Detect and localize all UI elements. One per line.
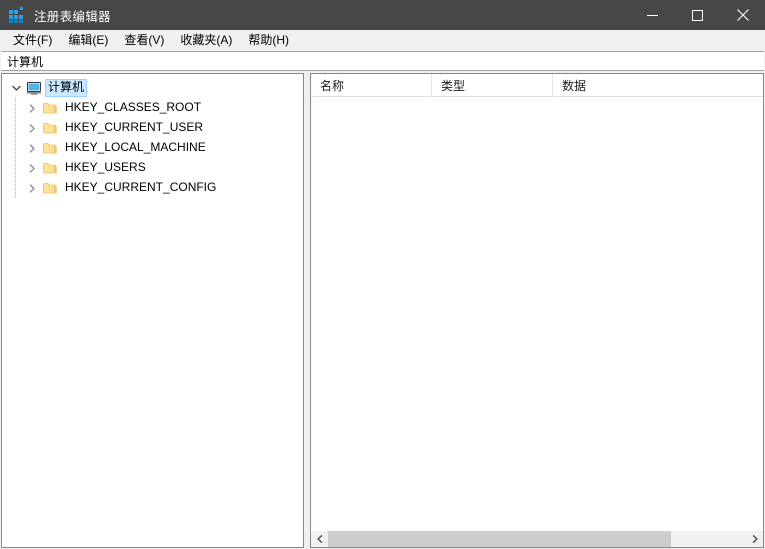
tree-item-computer[interactable]: 计算机 <box>2 78 303 98</box>
folder-icon <box>42 140 58 156</box>
list-rows-area[interactable] <box>311 97 763 530</box>
menu-item-help[interactable]: 帮助(H) <box>240 31 297 50</box>
menu-item-view[interactable]: 查看(V) <box>116 31 172 50</box>
menu-bar: 文件(F) 编辑(E) 查看(V) 收藏夹(A) 帮助(H) <box>0 30 765 51</box>
chevron-right-icon[interactable] <box>24 100 40 116</box>
tree-item-label: HKEY_CURRENT_USER <box>65 120 204 134</box>
scroll-left-button[interactable] <box>311 531 328 547</box>
tree-item-label: HKEY_CLASSES_ROOT <box>65 100 202 114</box>
menu-item-edit[interactable]: 编辑(E) <box>60 31 116 50</box>
tree-item-hkey-local-machine[interactable]: HKEY_LOCAL_MACHINE <box>2 138 303 158</box>
scroll-right-button[interactable] <box>746 531 763 547</box>
maximize-icon <box>692 9 703 21</box>
content-area: 计算机 HKEY_CLASSES_ROOT HKEY_CURRENT_USER … <box>0 72 765 549</box>
folder-icon <box>42 160 58 176</box>
column-header-type[interactable]: 类型 <box>432 74 553 97</box>
tree-children: HKEY_CLASSES_ROOT HKEY_CURRENT_USER HKEY… <box>2 98 303 198</box>
window-controls <box>630 0 765 30</box>
tree-item-label: 计算机 <box>45 79 88 97</box>
chevron-down-icon[interactable] <box>8 80 24 96</box>
column-header-name[interactable]: 名称 <box>311 74 432 97</box>
registry-values-pane: 名称 类型 数据 <box>310 73 764 548</box>
registry-editor-window: 注册表编辑器 文件(F) 编辑(E) 查看(V) 收藏夹(A) 帮助(H) 计算… <box>0 0 765 549</box>
address-path-text: 计算机 <box>7 54 44 69</box>
window-title: 注册表编辑器 <box>34 9 111 24</box>
folder-icon <box>42 120 58 136</box>
chevron-right-icon <box>752 535 758 543</box>
list-column-headers: 名称 类型 数据 <box>311 74 763 97</box>
registry-tree-pane: 计算机 HKEY_CLASSES_ROOT HKEY_CURRENT_USER … <box>1 73 304 548</box>
column-header-data[interactable]: 数据 <box>553 74 758 97</box>
computer-icon <box>26 80 42 96</box>
folder-icon <box>42 180 58 196</box>
chevron-right-icon[interactable] <box>24 140 40 156</box>
tree-item-label: HKEY_USERS <box>65 160 146 174</box>
folder-icon <box>42 100 58 116</box>
chevron-right-icon[interactable] <box>24 180 40 196</box>
close-icon <box>736 9 749 21</box>
scrollbar-track[interactable] <box>328 531 746 547</box>
maximize-button[interactable] <box>675 0 720 30</box>
tree-item-hkey-classes-root[interactable]: HKEY_CLASSES_ROOT <box>2 98 303 118</box>
tree-item-hkey-users[interactable]: HKEY_USERS <box>2 158 303 178</box>
menu-item-favorites[interactable]: 收藏夹(A) <box>172 31 240 50</box>
registry-tree: 计算机 HKEY_CLASSES_ROOT HKEY_CURRENT_USER … <box>2 74 303 198</box>
tree-item-hkey-current-user[interactable]: HKEY_CURRENT_USER <box>2 118 303 138</box>
chevron-right-icon[interactable] <box>24 160 40 176</box>
minimize-button[interactable] <box>630 0 675 30</box>
title-bar: 注册表编辑器 <box>0 0 765 30</box>
scrollbar-thumb[interactable] <box>328 531 671 547</box>
registry-grid-icon <box>9 7 25 23</box>
close-button[interactable] <box>720 0 765 30</box>
chevron-left-icon <box>316 535 322 543</box>
tree-item-hkey-current-config[interactable]: HKEY_CURRENT_CONFIG <box>2 178 303 198</box>
tree-item-label: HKEY_CURRENT_CONFIG <box>65 180 217 194</box>
chevron-right-icon[interactable] <box>24 120 40 136</box>
tree-item-label: HKEY_LOCAL_MACHINE <box>65 140 206 154</box>
minimize-icon <box>647 14 658 16</box>
horizontal-scrollbar[interactable] <box>311 530 763 547</box>
menu-item-file[interactable]: 文件(F) <box>5 31 60 50</box>
address-bar[interactable]: 计算机 <box>1 51 764 71</box>
